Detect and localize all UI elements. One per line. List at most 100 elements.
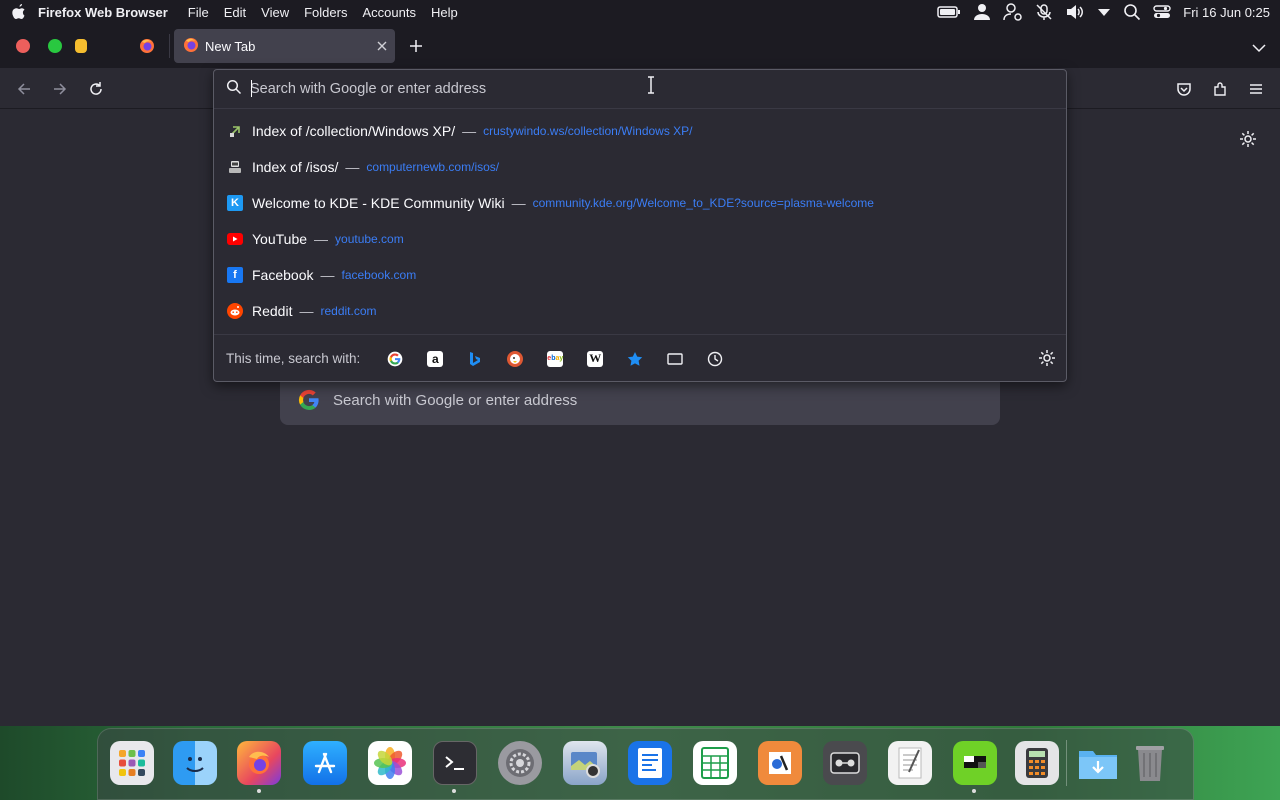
draw-icon[interactable] — [758, 741, 802, 785]
menu-accounts[interactable]: Accounts — [362, 5, 415, 20]
ebay-icon[interactable]: ebay — [535, 344, 575, 374]
urlbar-result-row[interactable]: YouTube — youtube.com — [214, 221, 1066, 257]
back-button[interactable] — [13, 78, 35, 100]
finder-icon[interactable] — [173, 741, 217, 785]
app-name-menu[interactable]: Firefox Web Browser — [38, 5, 168, 20]
terminal-icon[interactable] — [433, 741, 477, 785]
clock[interactable]: Fri 16 Jun 0:25 — [1183, 5, 1270, 20]
system-menubar: Firefox Web Browser File Edit View Folde… — [0, 0, 1280, 24]
settings-icon[interactable] — [498, 741, 542, 785]
app-menu-icon[interactable] — [1245, 78, 1267, 100]
search-icon[interactable] — [1123, 3, 1141, 21]
duckduckgo-icon[interactable] — [495, 344, 535, 374]
photos-icon[interactable] — [368, 741, 412, 785]
mic-muted-icon[interactable] — [1035, 3, 1053, 21]
writer-icon[interactable] — [628, 741, 672, 785]
one-off-search-bar: This time, search with: a ebay W — [214, 334, 1066, 382]
result-title: Reddit — [252, 303, 293, 319]
volume-icon[interactable] — [1065, 3, 1085, 21]
firefox-icon[interactable] — [237, 741, 281, 785]
mouse-ibeam-cursor — [646, 76, 656, 99]
bookmarks-icon[interactable] — [615, 344, 655, 374]
search-with-label: This time, search with: — [226, 351, 361, 366]
menu-file[interactable]: File — [188, 5, 209, 20]
urlbar-result-row[interactable]: Index of /isos/ — computernewb.com/isos/ — [214, 149, 1066, 185]
result-title: YouTube — [252, 231, 308, 247]
app-store-icon[interactable] — [303, 741, 347, 785]
account-status-icon[interactable] — [1003, 3, 1023, 21]
minecraft-icon[interactable] — [953, 741, 997, 785]
google-logo-icon — [297, 388, 321, 412]
close-tab-icon[interactable] — [369, 41, 395, 51]
menu-edit[interactable]: Edit — [224, 5, 246, 20]
result-url: reddit.com — [320, 304, 377, 318]
urlbar-dropdown: Index of /collection/Windows XP/ — crust… — [213, 69, 1067, 382]
text-editor-icon[interactable] — [888, 741, 932, 785]
menu-folders[interactable]: Folders — [304, 5, 347, 20]
forward-button[interactable] — [49, 78, 71, 100]
history-icon[interactable] — [695, 344, 735, 374]
calculator-icon[interactable] — [1015, 741, 1059, 785]
running-indicator — [972, 789, 976, 793]
launchpad-icon[interactable] — [110, 741, 154, 785]
user-icon[interactable] — [973, 3, 991, 21]
result-separator: — — [511, 195, 526, 211]
list-all-tabs-icon[interactable] — [1252, 40, 1266, 58]
result-separator: — — [345, 159, 360, 175]
tape-icon[interactable] — [823, 741, 867, 785]
urlbar-result-row[interactable]: K Welcome to KDE - KDE Community Wiki — … — [214, 185, 1066, 221]
spreadsheet-icon[interactable] — [693, 741, 737, 785]
maximize-window-button[interactable] — [48, 39, 62, 53]
result-separator: — — [462, 123, 477, 139]
kde-icon: K — [227, 195, 243, 211]
result-url: facebook.com — [341, 268, 417, 282]
search-settings-icon[interactable] — [1038, 349, 1056, 370]
firefox-view-icon[interactable] — [139, 38, 155, 59]
result-url: crustywindo.ws/collection/Windows XP/ — [483, 124, 693, 138]
downloads-icon[interactable] — [1076, 741, 1120, 785]
wikipedia-icon[interactable]: W — [575, 344, 615, 374]
result-url: computernewb.com/isos/ — [366, 160, 500, 174]
result-title: Facebook — [252, 267, 314, 283]
battery-icon[interactable] — [937, 5, 961, 19]
text-caret — [251, 80, 252, 97]
running-indicator — [257, 789, 261, 793]
menu-help[interactable]: Help — [431, 5, 458, 20]
urlbar-result-row[interactable]: Reddit — reddit.com — [214, 293, 1066, 329]
menu-view[interactable]: View — [261, 5, 289, 20]
chevron-down-icon[interactable] — [1097, 7, 1111, 17]
bing-icon[interactable] — [455, 344, 495, 374]
close-window-button[interactable] — [16, 39, 30, 53]
facebook-icon: f — [227, 267, 243, 283]
dock-separator — [1066, 740, 1067, 786]
apple-icon[interactable] — [0, 3, 38, 21]
generic-site-icon — [227, 123, 243, 139]
tab-new-tab[interactable]: New Tab — [174, 29, 395, 63]
extensions-icon[interactable] — [1209, 78, 1231, 100]
new-tab-search-box[interactable]: Search with Google or enter address — [280, 375, 1000, 425]
computer-site-icon — [227, 159, 243, 175]
urlbar-input[interactable] — [250, 81, 1010, 97]
trash-icon[interactable] — [1128, 741, 1172, 785]
result-title: Index of /collection/Windows XP/ — [252, 123, 456, 139]
minimize-window-button[interactable] — [75, 39, 87, 53]
running-indicator — [452, 789, 456, 793]
urlbar-input-row — [214, 70, 1066, 109]
result-separator: — — [299, 303, 314, 319]
amazon-icon[interactable]: a — [415, 344, 455, 374]
result-title: Welcome to KDE - KDE Community Wiki — [252, 195, 505, 211]
urlbar-results: Index of /collection/Windows XP/ — crust… — [214, 109, 1066, 329]
control-center-icon[interactable] — [1153, 3, 1171, 21]
google-icon[interactable] — [375, 344, 415, 374]
reload-button[interactable] — [85, 78, 107, 100]
image-viewer-icon[interactable] — [563, 741, 607, 785]
tab-title: New Tab — [205, 38, 256, 54]
tabs-icon[interactable] — [655, 344, 695, 374]
urlbar-result-row[interactable]: f Facebook — facebook.com — [214, 257, 1066, 293]
result-separator: — — [320, 267, 335, 283]
urlbar-result-row[interactable]: Index of /collection/Windows XP/ — crust… — [214, 113, 1066, 149]
result-url: youtube.com — [335, 232, 404, 246]
new-tab-button[interactable] — [408, 38, 424, 59]
pocket-icon[interactable] — [1173, 78, 1195, 100]
customize-new-tab-icon[interactable] — [1239, 130, 1257, 153]
